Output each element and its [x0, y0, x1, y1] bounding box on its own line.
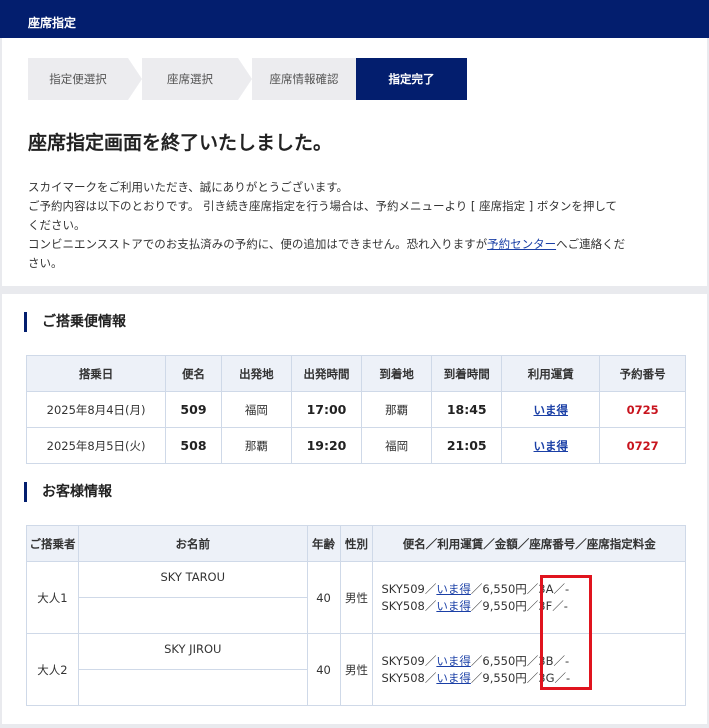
fare-link[interactable]: いま得 — [436, 671, 471, 685]
reservation-number: 0727 — [599, 427, 686, 464]
customer-info-heading: お客様情報 — [24, 482, 112, 502]
fare-link[interactable]: いま得 — [534, 403, 569, 417]
fare-link[interactable]: いま得 — [436, 654, 471, 668]
flight-info-heading: ご搭乗便情報 — [24, 312, 126, 332]
table-row: 2025年8月5日(火) 508 那覇 19:20 福岡 21:05 いま得 0… — [25, 427, 686, 464]
seat-number-highlight — [540, 575, 592, 690]
header-title: 座席指定 — [28, 16, 77, 30]
page-title: 座席指定画面を終了いたしました。 — [28, 132, 333, 154]
fare-link[interactable]: いま得 — [436, 582, 471, 596]
details-card: ご搭乗便情報 搭乗日 便名 出発地 出発時間 到着地 到着時間 利用運賃 予約番… — [2, 294, 707, 724]
fare-link[interactable]: いま得 — [436, 599, 471, 613]
seat-details: SKY509／いま得／6,550円／3B／- SKY508／いま得／9,550円… — [372, 633, 686, 706]
seat-details: SKY509／いま得／6,550円／3A／- SKY508／いま得／9,550円… — [372, 561, 686, 634]
reservation-number: 0725 — [599, 391, 686, 428]
completion-card: 指定便選択 座席選択 座席情報確認 指定完了 座席指定画面を終了いたしました。 … — [2, 38, 707, 286]
step-flight-select: 指定便選択 — [28, 58, 142, 100]
fare-link[interactable]: いま得 — [534, 439, 569, 453]
intro-text: スカイマークをご利用いただき、誠にありがとうございます。 ご予約内容は以下のとお… — [28, 180, 626, 270]
table-row: 2025年8月4日(月) 509 福岡 17:00 那覇 18:45 いま得 0… — [25, 391, 686, 428]
step-complete: 指定完了 — [356, 58, 467, 100]
reservation-center-link[interactable]: 予約センター — [487, 237, 556, 251]
flight-info-table: 搭乗日 便名 出発地 出発時間 到着地 到着時間 利用運賃 予約番号 2025年… — [25, 355, 686, 464]
step-seat-confirm: 座席情報確認 — [252, 58, 370, 100]
page-header: 座席指定 — [0, 0, 709, 38]
step-seat-select: 座席選択 — [142, 58, 252, 100]
